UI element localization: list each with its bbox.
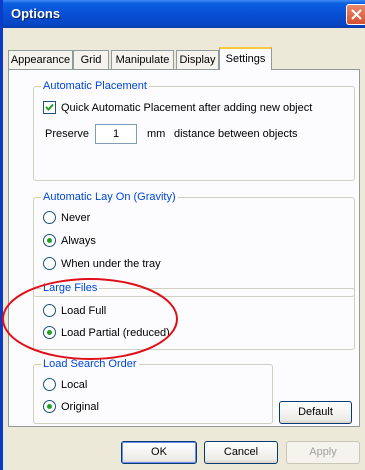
radio-load-full[interactable] (43, 304, 56, 317)
settings-panel: Automatic Placement Quick Automatic Plac… (8, 69, 360, 427)
preserve-label: Preserve (45, 128, 90, 140)
title-bar[interactable]: Options (3, 0, 365, 28)
original-label: Original (61, 401, 99, 413)
tab-grid[interactable]: Grid (73, 50, 109, 69)
checkmark-icon (45, 103, 54, 111)
large-files-title: Large Files (41, 281, 100, 295)
large-files-group: Large Files Load Full Load Partial (redu… (33, 281, 355, 350)
automatic-lay-on-title: Automatic Lay On (Gravity) (41, 190, 178, 204)
load-search-order-title: Load Search Order (41, 357, 139, 371)
radio-selected-dot (47, 238, 52, 243)
apply-button[interactable]: Apply (286, 441, 360, 464)
distance-label: distance between objects (174, 128, 298, 140)
radio-original[interactable] (43, 400, 56, 413)
load-search-order-group: Load Search Order Local Original (33, 357, 273, 424)
ok-button[interactable]: OK (121, 441, 197, 464)
never-label: Never (61, 212, 91, 224)
quick-placement-checkbox[interactable] (43, 101, 56, 114)
radio-local[interactable] (43, 378, 56, 391)
tab-display[interactable]: Display (176, 50, 219, 69)
radio-selected-dot (47, 404, 52, 409)
load-partial-label: Load Partial (reduced) (61, 327, 170, 339)
radio-always[interactable] (43, 234, 56, 247)
tab-manipulate[interactable]: Manipulate (111, 50, 174, 69)
options-dialog: Options Appearance Grid Manipulate Displ… (0, 0, 365, 470)
unit-label: mm (147, 128, 166, 140)
load-full-label: Load Full (61, 305, 107, 317)
radio-never[interactable] (43, 211, 56, 224)
local-label: Local (61, 379, 88, 391)
default-button[interactable]: Default (279, 401, 352, 424)
automatic-placement-title: Automatic Placement (41, 79, 149, 93)
tab-appearance[interactable]: Appearance (8, 50, 73, 69)
quick-placement-label: Quick Automatic Placement after adding n… (61, 102, 313, 114)
radio-selected-dot (47, 330, 52, 335)
always-label: Always (61, 235, 96, 247)
close-button[interactable] (346, 4, 365, 25)
close-icon (351, 9, 362, 20)
preserve-distance-input[interactable] (95, 124, 137, 144)
cancel-button[interactable]: Cancel (204, 441, 278, 464)
tab-settings[interactable]: Settings (219, 47, 272, 70)
when-under-tray-label: When under the tray (61, 258, 161, 270)
radio-load-partial[interactable] (43, 326, 56, 339)
automatic-placement-group: Automatic Placement Quick Automatic Plac… (33, 79, 355, 181)
radio-when-under-tray[interactable] (43, 257, 56, 270)
window-title: Options (11, 6, 61, 21)
